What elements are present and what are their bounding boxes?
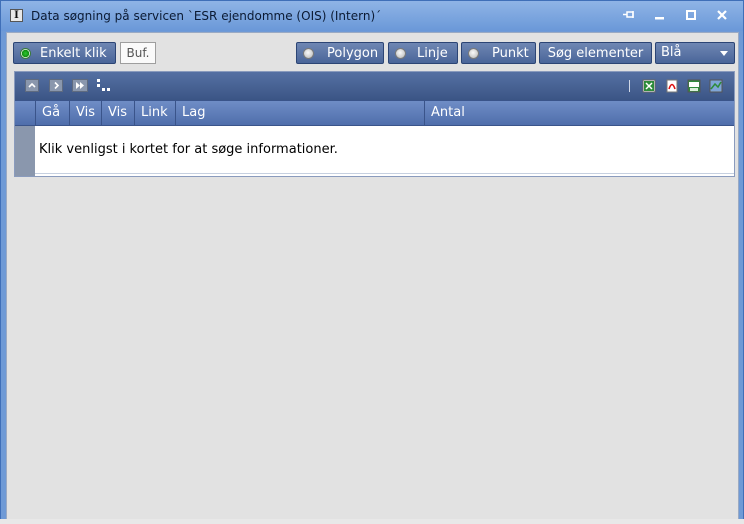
- last-icon[interactable]: [72, 79, 88, 92]
- search-elements-button[interactable]: Søg elementer: [539, 42, 652, 64]
- grid-divider: [35, 173, 734, 174]
- data-search-window: I Data søgning på servicen `ESR ejendomm…: [0, 0, 744, 524]
- excel-export-icon[interactable]: [642, 79, 656, 93]
- app-icon: I: [10, 9, 23, 22]
- column-header-go[interactable]: Gå: [35, 101, 69, 125]
- radio-icon: [303, 47, 314, 59]
- search-elements-label: Søg elementer: [547, 45, 644, 61]
- pdf-export-icon[interactable]: [665, 79, 679, 93]
- toolbar-separator: [629, 80, 630, 92]
- column-header-show-2[interactable]: Vis: [101, 101, 134, 125]
- close-icon[interactable]: [711, 5, 733, 27]
- pin-icon[interactable]: [618, 5, 640, 27]
- empty-results-message: Klik venligst i kortet for at søge infor…: [39, 142, 338, 157]
- row-gutter: [15, 126, 35, 176]
- results-panel: Gå Vis Vis Link Lag Antal Klik venligst …: [14, 71, 735, 177]
- minimize-icon[interactable]: [649, 5, 671, 27]
- column-header-layer[interactable]: Lag: [175, 101, 424, 125]
- tree-icon[interactable]: [97, 79, 111, 92]
- results-grid-header: Gå Vis Vis Link Lag Antal: [15, 100, 734, 126]
- bottom-strip: [0, 519, 744, 524]
- polygon-label: Polygon: [327, 45, 379, 61]
- chevron-down-icon: [720, 51, 728, 56]
- results-toolbar: [15, 72, 734, 100]
- color-select[interactable]: Blå: [655, 42, 735, 64]
- csv-export-icon[interactable]: [687, 79, 701, 93]
- title-bar[interactable]: I Data søgning på servicen `ESR ejendomm…: [1, 1, 743, 31]
- column-header-count[interactable]: Antal: [424, 101, 734, 125]
- map-export-icon[interactable]: [709, 79, 723, 93]
- polygon-button[interactable]: Polygon: [296, 42, 384, 64]
- buffer-button[interactable]: Buf.: [120, 42, 156, 64]
- maximize-icon[interactable]: [680, 5, 702, 27]
- column-header-link[interactable]: Link: [134, 101, 175, 125]
- next-icon[interactable]: [49, 79, 63, 92]
- window-title: Data søgning på servicen `ESR ejendomme …: [31, 9, 382, 23]
- collapse-up-icon[interactable]: [25, 79, 39, 92]
- radio-selected-icon: [20, 47, 31, 59]
- radio-icon: [468, 47, 479, 59]
- single-click-label: Enkelt klik: [40, 45, 107, 61]
- window-content: Enkelt klik Buf. Polygon Linje Punkt Søg…: [6, 32, 739, 520]
- point-label: Punkt: [492, 45, 529, 61]
- column-header-show[interactable]: Vis: [69, 101, 101, 125]
- radio-icon: [395, 47, 406, 59]
- color-select-value: Blå: [661, 45, 682, 60]
- point-button[interactable]: Punkt: [461, 42, 536, 64]
- line-label: Linje: [417, 45, 448, 61]
- line-button[interactable]: Linje: [388, 42, 458, 64]
- single-click-button[interactable]: Enkelt klik: [13, 42, 116, 64]
